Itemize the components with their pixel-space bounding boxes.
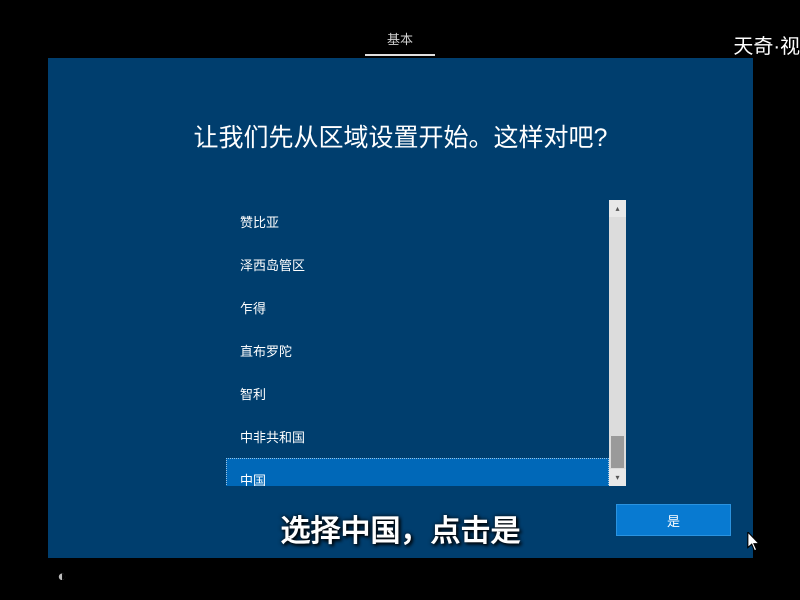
region-item[interactable]: 乍得 bbox=[226, 286, 609, 329]
scroll-down-icon[interactable]: ▾ bbox=[609, 469, 626, 486]
region-item[interactable]: 智利 bbox=[226, 372, 609, 415]
ease-of-access-icon[interactable]: ◐ bbox=[52, 566, 72, 586]
confirm-button[interactable]: 是 bbox=[616, 504, 731, 536]
region-list-container: 赞比亚泽西岛管区乍得直布罗陀智利中非共和国中国 ▴ ▾ bbox=[226, 200, 626, 486]
region-list[interactable]: 赞比亚泽西岛管区乍得直布罗陀智利中非共和国中国 bbox=[226, 200, 609, 486]
scroll-up-icon[interactable]: ▴ bbox=[609, 200, 626, 217]
region-item[interactable]: 泽西岛管区 bbox=[226, 243, 609, 286]
scrollbar[interactable]: ▴ ▾ bbox=[609, 200, 626, 486]
tab-bar: 基本 bbox=[0, 26, 800, 54]
scroll-thumb[interactable] bbox=[611, 436, 624, 468]
region-item[interactable]: 赞比亚 bbox=[226, 200, 609, 243]
video-frame: 基本 天奇·视 让我们先从区域设置开始。这样对吧? 赞比亚泽西岛管区乍得直布罗陀… bbox=[0, 0, 800, 600]
page-title: 让我们先从区域设置开始。这样对吧? bbox=[48, 118, 753, 154]
watermark: 天奇·视 bbox=[733, 30, 800, 59]
tab-basic[interactable]: 基本 bbox=[365, 25, 435, 56]
region-item[interactable]: 直布罗陀 bbox=[226, 329, 609, 372]
oobe-region-screen: 让我们先从区域设置开始。这样对吧? 赞比亚泽西岛管区乍得直布罗陀智利中非共和国中… bbox=[48, 58, 753, 558]
region-item[interactable]: 中非共和国 bbox=[226, 415, 609, 458]
region-item[interactable]: 中国 bbox=[226, 458, 609, 486]
